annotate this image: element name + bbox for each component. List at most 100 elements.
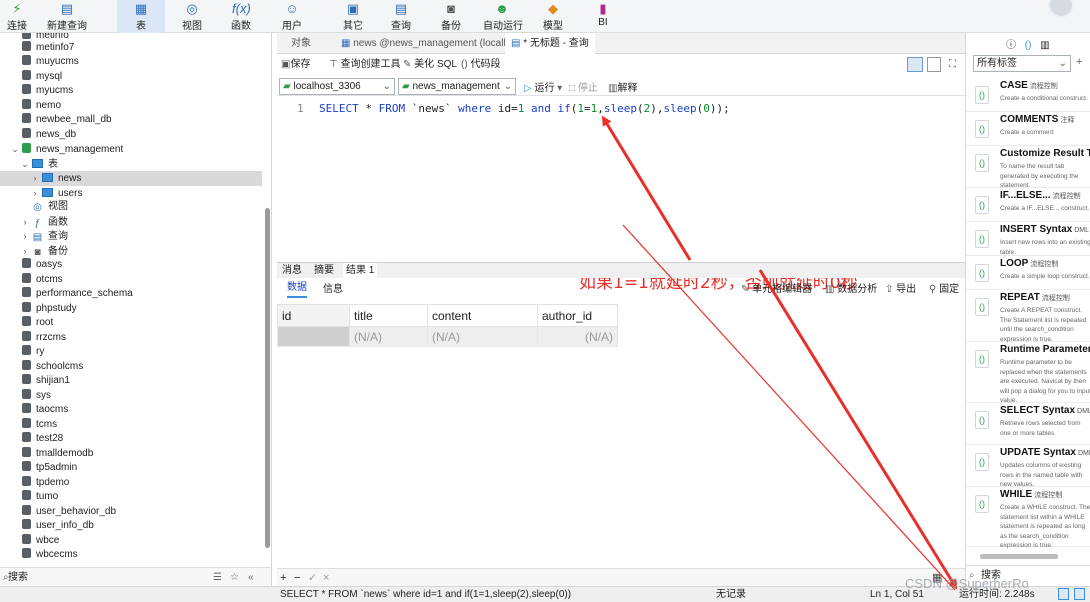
- database-select[interactable]: ▰ news_management ⌄: [398, 78, 516, 95]
- cell-editor-button[interactable]: ✎ 单元格编辑器: [741, 280, 812, 300]
- add-snippet-icon[interactable]: +: [1076, 56, 1082, 68]
- tab-data[interactable]: 数据: [287, 280, 307, 298]
- tree-backups-folder[interactable]: › ◙ 备份: [20, 244, 271, 259]
- column-header-title[interactable]: title: [349, 304, 428, 327]
- snippet-item[interactable]: () COMMENTS 注释 Create a comment: [966, 112, 1090, 146]
- cell-title[interactable]: (N/A): [349, 326, 428, 347]
- cell-content[interactable]: (N/A): [427, 326, 538, 347]
- tree-db-item[interactable]: tpdemo: [22, 475, 271, 491]
- tree-db-item[interactable]: sys: [22, 388, 271, 404]
- filter-icon[interactable]: ☰: [213, 568, 222, 586]
- beautify-sql-button[interactable]: ✎ 美化 SQL: [403, 55, 457, 75]
- server-select[interactable]: ▰ localhost_3306 ⌄: [279, 78, 395, 95]
- function-button[interactable]: f(x) 函数: [224, 0, 258, 33]
- tab-objects[interactable]: 对象: [285, 33, 317, 54]
- sidebar-scrollbar[interactable]: [265, 208, 270, 548]
- tree-table-news[interactable]: › news: [0, 171, 262, 186]
- chevron-right-icon[interactable]: ›: [30, 186, 40, 201]
- tree-db-item[interactable]: otcms: [22, 272, 271, 288]
- snippet-scrollbar[interactable]: [980, 554, 1058, 559]
- chevron-right-icon[interactable]: ›: [20, 215, 30, 230]
- result-grid[interactable]: id title content author_id (N/A) (N/A) (…: [277, 304, 618, 347]
- tree-db-item[interactable]: tmalldemodb: [22, 446, 271, 462]
- tree-db-item[interactable]: wbce: [22, 533, 271, 549]
- sql-code[interactable]: SELECT * FROM `news` where id=1 and if(1…: [319, 102, 730, 115]
- tree-db-item[interactable]: muyucms: [22, 55, 271, 70]
- pin-button[interactable]: ⚲ 固定: [929, 280, 959, 300]
- snippet-item[interactable]: ()SELECT SyntaxDMLRetrieve rows selected…: [966, 403, 1090, 445]
- tree-tables-folder[interactable]: ⌄ 表: [20, 157, 271, 172]
- snippet-item[interactable]: () LOOP 流程控制 Create a simple loop construct…: [966, 256, 1090, 290]
- chevron-down-icon[interactable]: ⌄: [10, 142, 20, 157]
- model-button[interactable]: ◆ 模型: [540, 0, 566, 33]
- view-button[interactable]: ◎ 视图: [176, 0, 208, 33]
- tab-news-table[interactable]: ▦ news @news_management (localho...: [335, 33, 529, 54]
- stop-button[interactable]: □ 停止: [569, 79, 598, 94]
- layout-toggle-button[interactable]: [907, 57, 923, 72]
- chevron-right-icon[interactable]: ›: [20, 244, 30, 259]
- snippet-item[interactable]: () REPEAT 流程控制 Create A REPEAT construct. T…: [966, 290, 1090, 343]
- tree-functions-folder[interactable]: › ƒ 函数: [20, 215, 271, 230]
- column-header-author-id[interactable]: author_id: [537, 304, 618, 327]
- star-icon[interactable]: ☆: [230, 568, 239, 586]
- tree-db-item[interactable]: root: [22, 316, 271, 331]
- tree-views-folder[interactable]: ◎ 视图: [32, 200, 271, 215]
- tree-db-item[interactable]: metinfo7: [22, 40, 271, 56]
- cell-id[interactable]: [277, 326, 350, 347]
- tree-db-item[interactable]: mysql: [22, 69, 271, 85]
- snippet-item[interactable]: ()UPDATE SyntaxDMLUpdates columns of exi…: [966, 445, 1090, 488]
- explain-button[interactable]: ▥解释: [608, 79, 637, 94]
- cell-author-id[interactable]: (N/A): [537, 326, 618, 347]
- automation-button[interactable]: ☻ 自动运行: [483, 0, 523, 33]
- user-button[interactable]: ☺ 用户: [277, 0, 307, 33]
- export-button[interactable]: ⇪ 导出: [885, 280, 916, 300]
- apply-button[interactable]: ✓: [308, 569, 317, 587]
- tab-info[interactable]: 信息: [323, 280, 343, 300]
- add-row-button[interactable]: +: [280, 569, 286, 587]
- tree-db-item[interactable]: taocms: [22, 403, 271, 418]
- tree-queries-folder[interactable]: › ▤ 查询: [20, 229, 271, 244]
- tag-filter-select[interactable]: 所有标签 ⌄: [973, 55, 1071, 72]
- discard-button[interactable]: ×: [323, 569, 329, 587]
- tree-db-item[interactable]: schoolcms: [22, 359, 271, 375]
- snippet-item[interactable]: () Customize Result Ta To name the result …: [966, 146, 1090, 189]
- table-button[interactable]: ▦ 表: [117, 0, 165, 33]
- tree-db-item[interactable]: shijian1: [22, 374, 271, 389]
- tree-db-item[interactable]: tp5admin: [22, 461, 271, 476]
- tree-db-item[interactable]: tumo: [22, 490, 271, 505]
- query-button[interactable]: ▤ 查询: [388, 0, 414, 33]
- chevron-right-icon[interactable]: ›: [30, 171, 40, 186]
- tab-untitled-query[interactable]: ▤ * 无标题 - 查询: [505, 33, 595, 54]
- tree-db-item[interactable]: rrzcms: [22, 330, 271, 346]
- tree-db-item[interactable]: ry: [22, 345, 271, 360]
- tree-db-item[interactable]: tcms: [22, 417, 271, 433]
- tree-db-item[interactable]: nemo: [22, 98, 271, 114]
- chevron-right-icon[interactable]: ›: [20, 229, 30, 244]
- bi-button[interactable]: ▮ BI: [590, 0, 616, 33]
- tree-db-item[interactable]: myucms: [22, 84, 271, 99]
- split-view-button[interactable]: [927, 57, 941, 72]
- tree-db-item[interactable]: user_info_db: [22, 519, 271, 534]
- code-snippet-button[interactable]: () 代码段: [461, 55, 500, 75]
- snippet-item[interactable]: () CASE 流程控制 Create a conditional construct…: [966, 78, 1090, 112]
- tree-db-item[interactable]: user_behavior_db: [22, 504, 271, 520]
- delete-row-button[interactable]: −: [294, 569, 300, 587]
- avatar[interactable]: [1048, 0, 1074, 18]
- tree-db-item[interactable]: test28: [22, 432, 271, 447]
- tree-db-item[interactable]: newbee_mall_db: [22, 113, 271, 128]
- fullscreen-icon[interactable]: ⛶: [949, 55, 956, 75]
- tree-db-item[interactable]: oasys: [22, 258, 271, 273]
- sql-editor[interactable]: 1 SELECT * FROM `news` where id=1 and if…: [277, 95, 965, 293]
- new-query-button[interactable]: ▤ 新建查询: [42, 0, 92, 33]
- tree-db-item-active[interactable]: ⌄ news_management: [10, 142, 271, 157]
- save-button[interactable]: ▣保存: [281, 55, 310, 75]
- tree-db-item[interactable]: performance_schema: [22, 287, 271, 302]
- tree-db-item[interactable]: phpstudy: [22, 301, 271, 317]
- tab-result-1[interactable]: 结果 1: [343, 263, 378, 279]
- tree-db-item[interactable]: news_db: [22, 127, 271, 143]
- tab-summary[interactable]: 摘要: [311, 263, 337, 279]
- code-icon[interactable]: (): [1025, 40, 1032, 51]
- snippet-item[interactable]: () WHILE 流程控制 Create a WHILE construct. The…: [966, 487, 1090, 549]
- snippet-item[interactable]: () INSERT Syntax DML Insert new rows into a…: [966, 222, 1090, 256]
- tree-db-item[interactable]: wbcecms: [22, 548, 271, 563]
